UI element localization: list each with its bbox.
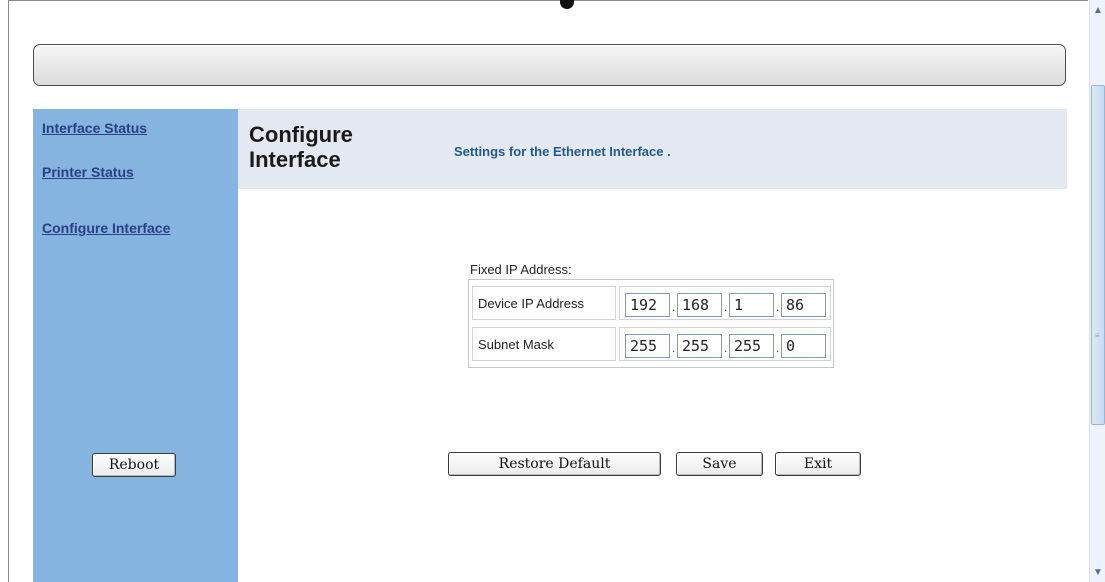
vertical-scrollbar[interactable]: ▲ ≡ ▼: [1089, 0, 1105, 582]
grip-icon: ≡: [1095, 331, 1100, 340]
octet-separator: .: [672, 300, 676, 314]
subnet-mask-octet-2[interactable]: [677, 334, 722, 358]
octet-separator: .: [724, 341, 728, 355]
fixed-ip-section-label: Fixed IP Address:: [470, 262, 572, 277]
sidebar: Interface Status Printer Status Configur…: [33, 109, 238, 582]
subnet-mask-octet-3[interactable]: [729, 334, 774, 358]
reboot-button[interactable]: Reboot: [92, 453, 176, 477]
sidebar-item-interface-status[interactable]: Interface Status: [42, 120, 147, 136]
octet-separator: .: [776, 300, 780, 314]
scrollbar-thumb[interactable]: ≡: [1091, 85, 1105, 425]
exit-button[interactable]: Exit: [775, 452, 861, 476]
sidebar-item-printer-status[interactable]: Printer Status: [42, 164, 134, 180]
sidebar-item-configure-interface[interactable]: Configure Interface: [42, 220, 170, 236]
chevron-down-icon[interactable]: ▼: [1091, 564, 1105, 580]
device-ip-octet-4[interactable]: [781, 293, 826, 317]
device-ip-label: Device IP Address: [472, 286, 616, 320]
ip-config-table: Device IP Address . . . Subnet Mask . . …: [468, 279, 834, 368]
octet-separator: .: [724, 300, 728, 314]
page-header: Configure Interface Settings for the Eth…: [238, 109, 1067, 189]
device-ip-octet-2[interactable]: [677, 293, 722, 317]
window-left-border: [8, 0, 9, 582]
octet-separator: .: [672, 341, 676, 355]
device-ip-octet-3[interactable]: [729, 293, 774, 317]
octet-separator: .: [776, 341, 780, 355]
cropped-title-glyph: [560, 0, 574, 9]
page-title: Configure Interface: [249, 122, 353, 172]
page-subtitle: Settings for the Ethernet Interface .: [454, 144, 671, 159]
window-top-border: [8, 0, 1088, 7]
chevron-up-icon[interactable]: ▲: [1091, 2, 1105, 18]
device-ip-inputs: . . .: [619, 286, 831, 320]
subnet-mask-label: Subnet Mask: [472, 327, 616, 361]
subnet-mask-inputs: . . .: [619, 327, 831, 361]
restore-default-button[interactable]: Restore Default: [448, 452, 661, 476]
subnet-mask-octet-1[interactable]: [625, 334, 670, 358]
subnet-mask-octet-4[interactable]: [781, 334, 826, 358]
save-button[interactable]: Save: [676, 452, 763, 476]
device-ip-octet-1[interactable]: [625, 293, 670, 317]
banner-bar: [33, 44, 1066, 86]
